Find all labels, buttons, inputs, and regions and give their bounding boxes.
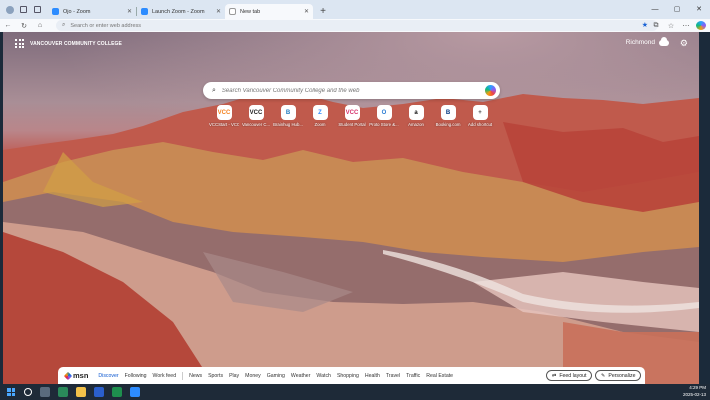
- search-icon: ⌕: [212, 86, 216, 94]
- cloud-icon: [659, 36, 669, 46]
- zoom-icon: [141, 8, 148, 15]
- profile-icon[interactable]: [5, 5, 14, 14]
- close-icon[interactable]: ✕: [216, 8, 221, 15]
- windows-taskbar: 4:29 PM 2025-02-13: [0, 384, 710, 400]
- shortcut-icon: B: [440, 105, 456, 120]
- shortcut-tile[interactable]: B Booking.com: [433, 105, 463, 127]
- shortcut-label: Vancouver C...: [241, 122, 271, 127]
- organization-name: VANCOUVER COMMUNITY COLLEGE: [30, 41, 122, 47]
- shortcut-label: Amazon: [408, 122, 424, 127]
- feed-category-tab[interactable]: Traffic: [403, 373, 423, 379]
- feed-layout-button[interactable]: ⇄ Feed layout: [546, 370, 593, 381]
- outlook-icon[interactable]: [94, 387, 104, 397]
- feed-category-tab[interactable]: News: [186, 373, 205, 379]
- browser-titlebar: Ojo - Zoom ✕ Launch Zoom - Zoom ✕ New ta…: [0, 0, 710, 19]
- shortcut-tile[interactable]: O Proto Store &...: [369, 105, 399, 127]
- system-clock[interactable]: 4:29 PM 2025-02-13: [683, 385, 706, 398]
- feed-category-tab[interactable]: Real Estate: [423, 373, 456, 379]
- weather-widget[interactable]: Richmond: [625, 36, 669, 46]
- feed-category-tab[interactable]: Gaming: [264, 373, 288, 379]
- tab-discover[interactable]: Discover: [95, 373, 121, 379]
- new-tab-button[interactable]: +: [317, 6, 329, 17]
- shortcut-icon: VCC: [216, 105, 232, 120]
- shortcut-label: Zoom: [314, 122, 326, 127]
- browser-toolbar: ← ↻ ⌂ ⌕ ★ ⧉ ☆ ⋯: [0, 19, 710, 32]
- close-window-button[interactable]: ✕: [688, 0, 710, 19]
- feed-category-tab[interactable]: Shopping: [334, 373, 362, 379]
- shortcut-icon: VCC: [344, 105, 360, 120]
- feed-category-tab[interactable]: Watch: [313, 373, 334, 379]
- close-icon[interactable]: ✕: [127, 8, 132, 15]
- feed-category-tab[interactable]: Sports: [205, 373, 226, 379]
- shortcuts-row: VCC VCCStart - VCC VCC Vancouver C... B Brain…: [209, 105, 495, 127]
- maximize-button[interactable]: ▢: [666, 0, 688, 19]
- layout-icon: ⇄: [552, 372, 557, 379]
- refresh-button[interactable]: ↻: [16, 22, 32, 30]
- shortcut-icon: B: [280, 105, 296, 120]
- start-button[interactable]: [7, 388, 15, 396]
- favorites-icon[interactable]: ☆: [666, 22, 676, 30]
- home-button[interactable]: ⌂: [32, 22, 48, 29]
- task-view-icon[interactable]: [40, 387, 50, 397]
- close-icon[interactable]: ✕: [304, 8, 309, 15]
- shortcut-icon: Z: [312, 105, 328, 120]
- shortcut-label: Booking.com: [435, 122, 461, 127]
- shortcut-tile[interactable]: VCC VCCStart - VCC: [209, 105, 239, 127]
- shortcut-tile[interactable]: Z Zoom: [305, 105, 335, 127]
- add-icon: +: [472, 105, 488, 120]
- address-bar[interactable]: ⌕ ★: [56, 20, 658, 31]
- edge-taskbar-icon[interactable]: [58, 387, 68, 397]
- shortcut-icon: VCC: [248, 105, 264, 120]
- shortcut-label: Add shortcut: [467, 122, 493, 127]
- shortcut-tile[interactable]: VCC Student Portal: [337, 105, 367, 127]
- feed-category-tab[interactable]: Health: [362, 373, 383, 379]
- gear-icon[interactable]: ⚙: [680, 39, 688, 48]
- shortcut-icon: a: [408, 105, 424, 120]
- search-icon: ⌕: [62, 22, 66, 28]
- tab-following[interactable]: Following: [122, 373, 150, 379]
- new-tab-page: VANCOUVER COMMUNITY COLLEGE Richmond ⚙ ⌕…: [3, 32, 699, 384]
- shortcut-tile[interactable]: a Amazon: [401, 105, 431, 127]
- zoom-taskbar-icon[interactable]: [130, 387, 140, 397]
- tab-launch-zoom[interactable]: Launch Zoom - Zoom ✕: [137, 4, 225, 19]
- feed-category-tab[interactable]: Play: [226, 373, 242, 379]
- personalize-icon: ✎: [601, 372, 606, 379]
- copilot-search-icon[interactable]: [485, 85, 496, 96]
- weather-location: Richmond: [625, 39, 655, 46]
- shortcut-label: Student Portal: [338, 122, 366, 127]
- excel-icon[interactable]: [112, 387, 122, 397]
- more-icon[interactable]: ⋯: [681, 22, 691, 30]
- feed-category-tab[interactable]: Money: [242, 373, 264, 379]
- edge-icon: [229, 8, 236, 15]
- newtab-search-input[interactable]: [221, 87, 462, 94]
- tab-new-tab[interactable]: New tab ✕: [225, 4, 313, 19]
- favorite-star-icon[interactable]: ★: [642, 21, 648, 29]
- feed-category-tab[interactable]: Weather: [288, 373, 314, 379]
- address-input[interactable]: [70, 22, 371, 29]
- copilot-icon[interactable]: [696, 21, 706, 30]
- tab-actions-icon[interactable]: [33, 5, 42, 14]
- shortcut-tile[interactable]: VCC Vancouver C...: [241, 105, 271, 127]
- zoom-icon: [52, 8, 59, 15]
- apps-launcher-icon[interactable]: [15, 39, 24, 48]
- workspaces-icon[interactable]: [19, 5, 28, 14]
- shortcut-tile[interactable]: + Add shortcut: [465, 105, 495, 127]
- shortcut-label: VCCStart - VCC: [209, 122, 239, 127]
- shortcut-icon: O: [376, 105, 392, 120]
- newtab-search-box[interactable]: ⌕: [203, 82, 500, 99]
- taskbar-search-icon[interactable]: [24, 388, 32, 396]
- tab-zoom-ojo[interactable]: Ojo - Zoom ✕: [48, 4, 136, 19]
- tab-work-feed[interactable]: Work feed: [150, 373, 180, 379]
- feed-category-tab[interactable]: Travel: [383, 373, 403, 379]
- shortcut-label: Brainhug Hub...: [273, 122, 303, 127]
- msn-feed-bar: msn Discover Following Work feed News Spo…: [58, 367, 645, 384]
- back-button[interactable]: ←: [0, 22, 16, 29]
- msn-logo[interactable]: msn: [63, 371, 88, 380]
- personalize-button[interactable]: ✎ Personalize: [595, 370, 642, 381]
- minimize-button[interactable]: —: [644, 0, 666, 19]
- shortcut-tile[interactable]: B Brainhug Hub...: [273, 105, 303, 127]
- file-explorer-icon[interactable]: [76, 387, 86, 397]
- split-screen-icon[interactable]: ⧉: [651, 22, 661, 30]
- shortcut-label: Proto Store &...: [369, 122, 399, 127]
